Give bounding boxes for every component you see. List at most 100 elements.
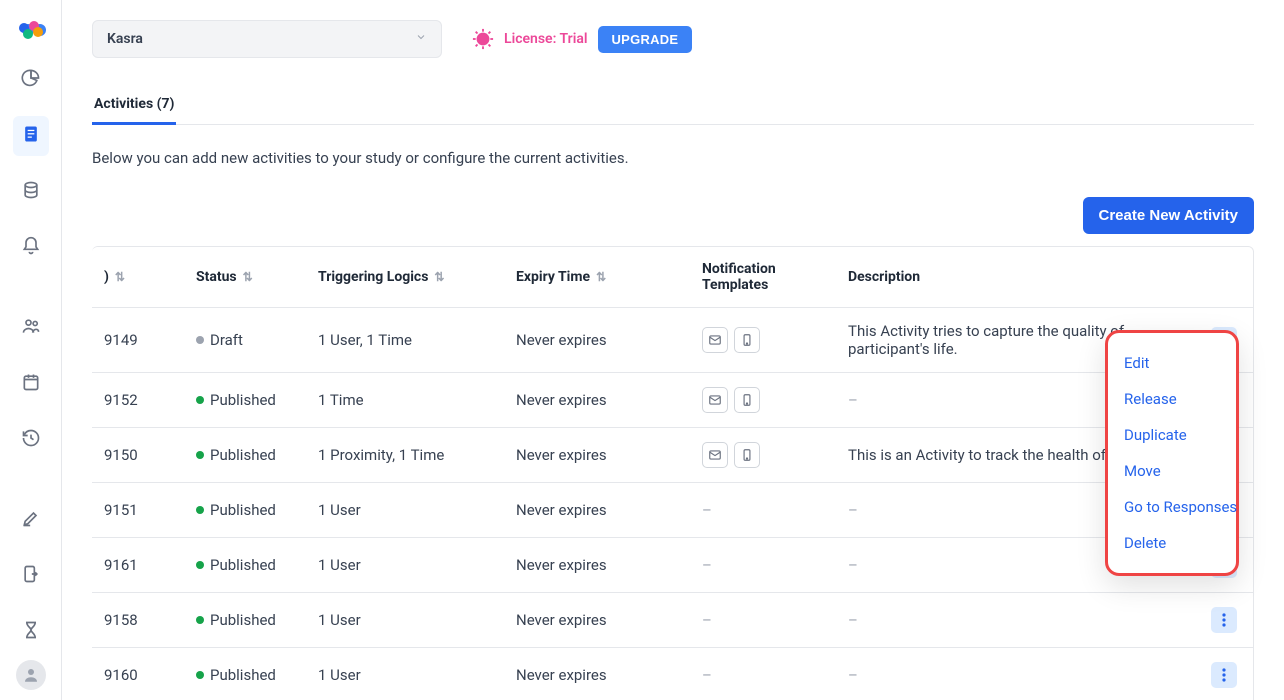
study-selector[interactable]: Kasra [92,20,442,58]
mobile-icon[interactable] [734,327,760,353]
column-header-expiry[interactable]: Expiry Time⇅ [504,247,690,308]
cell-status: Published [184,538,306,593]
status-label: Published [210,446,276,464]
cell-notification: – [690,648,836,700]
cell-expiry: Never expires [504,373,690,428]
menu-item-move[interactable]: Move [1108,453,1236,489]
activities-table: )⇅ Status⇅ Triggering Logics⇅ Expiry Tim… [92,246,1254,700]
cell-triggering: 1 User, 1 Time [306,308,504,373]
cell-status: Draft [184,308,306,373]
app-logo-icon [16,18,46,42]
license-badge: License: Trial UPGRADE [472,26,692,53]
empty-value: – [702,501,712,519]
cell-status: Published [184,648,306,700]
menu-item-responses[interactable]: Go to Responses [1108,489,1236,525]
status-label: Draft [210,331,243,349]
status-dot-icon [196,396,204,404]
cell-id: 9151 [92,483,184,538]
empty-value: – [702,666,712,684]
cell-triggering: 1 Proximity, 1 Time [306,428,504,483]
mobile-icon[interactable] [734,387,760,413]
empty-value: – [702,611,712,629]
column-header-notification: Notification Templates [690,247,836,308]
sparkle-icon [472,28,494,50]
nav-help[interactable] [0,694,62,700]
nav-hourglass[interactable] [0,614,62,650]
cell-description: – [836,648,1199,700]
column-header-description: Description [836,247,1199,308]
row-actions-button[interactable] [1211,662,1237,688]
menu-item-duplicate[interactable]: Duplicate [1108,417,1236,453]
cell-id: 9158 [92,593,184,648]
cell-actions [1199,648,1253,700]
email-icon[interactable] [702,387,728,413]
sort-icon: ⇅ [243,270,253,284]
cell-triggering: 1 Time [306,373,504,428]
cell-description: – [836,593,1199,648]
sort-icon: ⇅ [434,270,444,284]
tab-activities[interactable]: Activities (7) [92,86,176,125]
status-dot-icon [196,561,204,569]
column-header-triggering[interactable]: Triggering Logics⇅ [306,247,504,308]
menu-item-release[interactable]: Release [1108,381,1236,417]
table-row: 9160Published1 UserNever expires–– [92,648,1253,700]
row-actions-button[interactable] [1211,607,1237,633]
status-label: Published [210,501,276,519]
cell-id: 9152 [92,373,184,428]
nav-export[interactable] [0,558,62,594]
nav-history[interactable] [0,422,62,458]
tab-bar: Activities (7) [92,86,1254,125]
nav-edit[interactable] [0,502,62,538]
table-row: 9158Published1 UserNever expires–– [92,593,1253,648]
status-dot-icon [196,506,204,514]
cell-id: 9161 [92,538,184,593]
mobile-icon[interactable] [734,442,760,468]
status-label: Published [210,666,276,684]
nav-notifications[interactable] [0,230,62,266]
table-row: 9149Draft1 User, 1 TimeNever expiresThis… [92,308,1253,373]
cell-triggering: 1 User [306,648,504,700]
status-dot-icon [196,671,204,679]
cell-expiry: Never expires [504,428,690,483]
cell-triggering: 1 User [306,593,504,648]
email-icon[interactable] [702,442,728,468]
nav-dashboard[interactable] [0,62,62,98]
row-context-menu: Edit Release Duplicate Move Go to Respon… [1105,330,1239,576]
nav-calendar[interactable] [0,366,62,402]
cell-id: 9150 [92,428,184,483]
avatar[interactable] [16,660,46,690]
sort-icon: ⇅ [115,270,125,284]
create-activity-button[interactable]: Create New Activity [1083,197,1255,234]
status-dot-icon [196,336,204,344]
cell-status: Published [184,373,306,428]
cell-notification: – [690,593,836,648]
empty-value: – [702,556,712,574]
column-header-status[interactable]: Status⇅ [184,247,306,308]
page-description: Below you can add new activities to your… [92,149,1254,167]
column-header-id[interactable]: )⇅ [92,247,184,308]
study-selector-label: Kasra [107,31,143,47]
status-dot-icon [196,451,204,459]
status-label: Published [210,391,276,409]
upgrade-button[interactable]: UPGRADE [598,26,693,53]
cell-notification: – [690,483,836,538]
table-row: 9161Published1 UserNever expires–– [92,538,1253,593]
status-dot-icon [196,616,204,624]
cell-expiry: Never expires [504,593,690,648]
cell-expiry: Never expires [504,648,690,700]
sidebar [0,0,62,700]
status-label: Published [210,611,276,629]
nav-database[interactable] [0,174,62,210]
cell-id: 9149 [92,308,184,373]
nav-activities[interactable] [0,118,62,154]
cell-expiry: Never expires [504,483,690,538]
cell-notification [690,308,836,373]
menu-item-delete[interactable]: Delete [1108,525,1236,561]
cell-actions [1199,593,1253,648]
license-text: License: Trial [504,31,588,47]
nav-participants[interactable] [0,310,62,346]
cell-notification: – [690,538,836,593]
chevron-down-icon [415,31,427,47]
menu-item-edit[interactable]: Edit [1108,345,1236,381]
email-icon[interactable] [702,327,728,353]
